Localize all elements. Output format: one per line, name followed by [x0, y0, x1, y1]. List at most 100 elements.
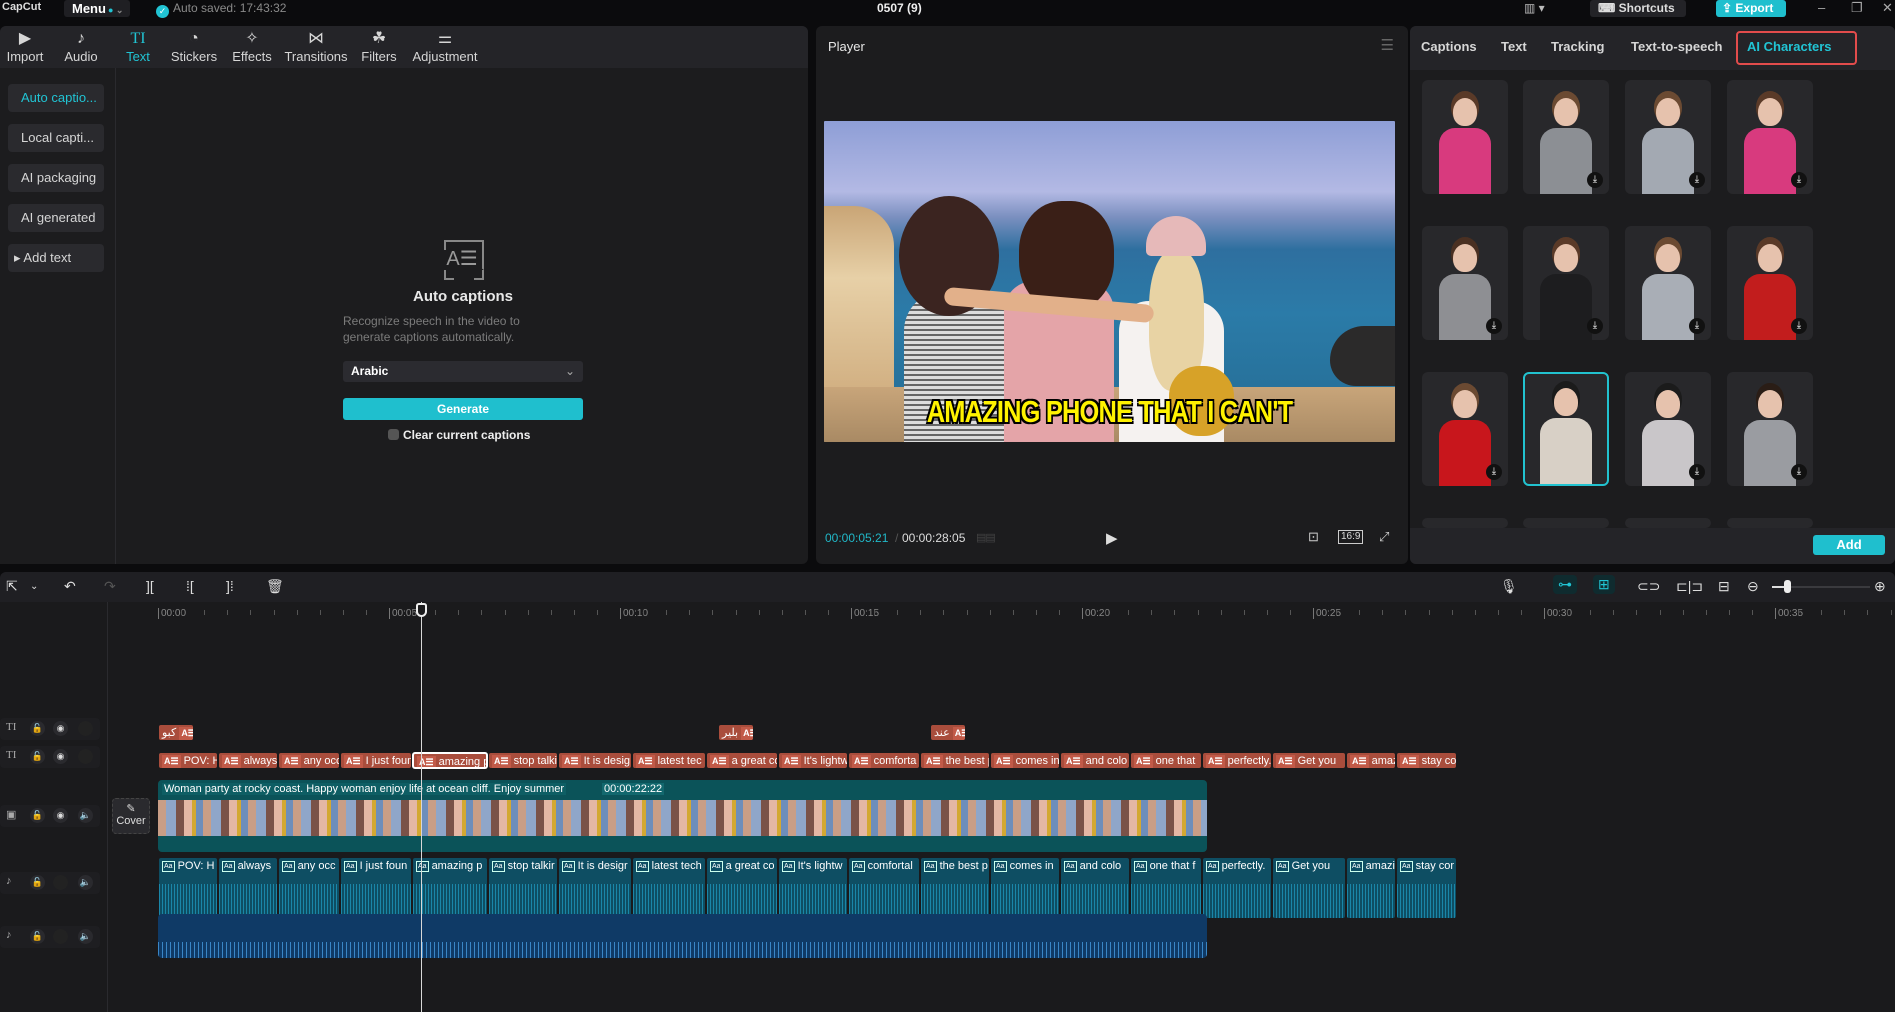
- character-card-partial[interactable]: [1422, 518, 1508, 528]
- microphone-icon[interactable]: 🎙: [1500, 578, 1518, 595]
- lock-icon[interactable]: 🔓: [30, 875, 45, 890]
- tts-clip[interactable]: Aa It's lightw: [778, 857, 848, 919]
- aspect-ratio-button[interactable]: 16:9: [1338, 530, 1364, 544]
- character-card-man-striped-sweater[interactable]: [1523, 372, 1609, 486]
- link-icon[interactable]: ⊂⊃: [1637, 578, 1660, 595]
- tts-clip[interactable]: Aa stay cor: [1396, 857, 1457, 919]
- character-card-woman-grey-crop[interactable]: ⤓: [1422, 226, 1508, 340]
- minimize-icon[interactable]: –: [1818, 0, 1825, 15]
- auto-snap-icon[interactable]: ⊞: [1593, 575, 1615, 594]
- shortcuts-button[interactable]: ⌨ Shortcuts: [1590, 0, 1686, 17]
- tts-clip[interactable]: Aa amazing p: [412, 857, 488, 919]
- download-icon[interactable]: ⤓: [1587, 318, 1603, 334]
- character-card-woman-leather-jacket[interactable]: ⤓: [1523, 226, 1609, 340]
- time-ruler[interactable]: 00:00 00:05 00:10 00:15 00:20 00:25 00:30 00:35: [108, 602, 1895, 624]
- video-preview[interactable]: AMAZING PHONE THAT I CAN'T: [824, 121, 1395, 442]
- caption-clip[interactable]: A☰ latest tec: [632, 752, 706, 769]
- volume-icon[interactable]: 🔈: [78, 808, 93, 823]
- close-icon[interactable]: ✕: [1882, 0, 1893, 16]
- tts-clip[interactable]: Aa POV: H: [158, 857, 218, 919]
- arabic-caption-clip[interactable]: كبو A☰: [158, 724, 194, 741]
- tts-clip[interactable]: Aa any occ: [278, 857, 340, 919]
- tool-text[interactable]: TI Text: [122, 29, 154, 64]
- caption-clip[interactable]: A☰ one that: [1130, 752, 1202, 769]
- caption-overlay[interactable]: AMAZING PHONE THAT I CAN'T: [875, 394, 1343, 430]
- split-icon[interactable]: ][: [146, 578, 154, 594]
- arabic-caption-clip[interactable]: بلير A☰: [718, 724, 754, 741]
- character-card-woman-pink-top[interactable]: [1422, 80, 1508, 194]
- tts-clip[interactable]: Aa I just foun: [340, 857, 412, 919]
- download-icon[interactable]: ⤓: [1791, 172, 1807, 188]
- playhead-line[interactable]: [421, 602, 422, 1012]
- tool-import[interactable]: ▶ Import: [5, 29, 45, 64]
- lock-icon[interactable]: 🔓: [30, 721, 45, 736]
- language-select[interactable]: Arabic ⌄: [343, 361, 583, 382]
- arabic-caption-clip[interactable]: عند A☰: [930, 724, 966, 741]
- tts-clip[interactable]: Aa stop talkir: [488, 857, 558, 919]
- download-icon[interactable]: ⤓: [1791, 318, 1807, 334]
- caption-clip[interactable]: A☰ comes in: [990, 752, 1060, 769]
- tool-stickers[interactable]: ◔ Stickers: [170, 29, 218, 64]
- tts-clip[interactable]: Aa a great co: [706, 857, 778, 919]
- lock-icon[interactable]: 🔓: [30, 749, 45, 764]
- fullscreen-icon[interactable]: ⤢: [1379, 529, 1389, 545]
- tab-captions[interactable]: Captions: [1421, 39, 1477, 54]
- add-button[interactable]: Add: [1813, 535, 1885, 555]
- eye-icon[interactable]: ◉: [53, 808, 68, 823]
- download-icon[interactable]: ⤓: [1486, 464, 1502, 480]
- character-card-partial[interactable]: [1625, 518, 1711, 528]
- character-card-woman-pink-top-2[interactable]: ⤓: [1727, 80, 1813, 194]
- tool-effects[interactable]: ✧ Effects: [230, 29, 274, 64]
- tts-clip[interactable]: Aa always: [218, 857, 278, 919]
- timecode-grid-icon[interactable]: ▤▤: [976, 531, 996, 544]
- tts-clip[interactable]: Aa It is desigr: [558, 857, 632, 919]
- caption-clip[interactable]: A☰ the best p: [920, 752, 990, 769]
- preview-axis-icon[interactable]: ⊟: [1718, 578, 1730, 595]
- select-tool-icon[interactable]: ⇱: [6, 578, 18, 595]
- delete-icon[interactable]: 🗑: [266, 578, 284, 595]
- tab-tracking[interactable]: Tracking: [1551, 39, 1604, 54]
- caption-clip[interactable]: A☰ stop talki: [488, 752, 558, 769]
- nav-local-captions[interactable]: Local capti...: [8, 124, 104, 152]
- character-card-woman-santa-dress[interactable]: ⤓: [1727, 226, 1813, 340]
- nav-ai-generated[interactable]: AI generated: [8, 204, 104, 232]
- caption-clip[interactable]: A☰ comforta: [848, 752, 920, 769]
- download-icon[interactable]: ⤓: [1689, 318, 1705, 334]
- volume-icon[interactable]: 🔈: [78, 929, 93, 944]
- caption-clip[interactable]: A☰ Get you: [1272, 752, 1346, 769]
- tool-transitions[interactable]: ⋈ Transitions: [284, 29, 348, 64]
- caption-clip[interactable]: A☰ and colo: [1060, 752, 1130, 769]
- tts-clip[interactable]: Aa latest tech: [632, 857, 706, 919]
- eye-icon[interactable]: ◉: [53, 721, 68, 736]
- character-card-partial[interactable]: [1727, 518, 1813, 528]
- generate-button[interactable]: Generate: [343, 398, 583, 420]
- character-card-woman-santa-hat[interactable]: ⤓: [1422, 372, 1508, 486]
- eye-icon[interactable]: ◉: [53, 749, 68, 764]
- character-card-woman-grey-sport[interactable]: ⤓: [1523, 80, 1609, 194]
- split-right-icon[interactable]: ]⁞: [226, 578, 234, 594]
- cover-button[interactable]: ✎ Cover: [112, 798, 150, 834]
- tool-adjustment[interactable]: ⚌ Adjustment: [410, 29, 480, 64]
- export-button[interactable]: ⇪ Export: [1716, 0, 1786, 17]
- volume-icon[interactable]: 🔈: [78, 875, 93, 890]
- zoom-in-icon[interactable]: ⊕: [1874, 578, 1886, 595]
- split-view-icon[interactable]: ⊏|⊐: [1676, 578, 1703, 595]
- tts-clip[interactable]: Aa comfortal: [848, 857, 920, 919]
- nav-auto-captions[interactable]: Auto captio...: [8, 84, 104, 112]
- chevron-down-icon[interactable]: ⌄: [30, 581, 38, 592]
- tts-clip[interactable]: Aa and colo: [1060, 857, 1130, 919]
- layout-icon[interactable]: ▥ ▾: [1524, 1, 1545, 15]
- character-card-woman-grey-sweater-glasses[interactable]: ⤓: [1625, 80, 1711, 194]
- caption-clip[interactable]: A☰ I just foun: [340, 752, 412, 769]
- download-icon[interactable]: ⤓: [1689, 464, 1705, 480]
- download-icon[interactable]: ⤓: [1791, 464, 1807, 480]
- play-icon[interactable]: ▶: [1106, 529, 1118, 547]
- caption-clip[interactable]: A☰ stay cor: [1396, 752, 1457, 769]
- tts-clip[interactable]: Aa perfectly.: [1202, 857, 1272, 919]
- character-card-partial[interactable]: [1523, 518, 1609, 528]
- lock-icon[interactable]: 🔓: [30, 808, 45, 823]
- tts-clip[interactable]: Aa the best p: [920, 857, 990, 919]
- caption-clip[interactable]: A☰ It is desig: [558, 752, 632, 769]
- download-icon[interactable]: ⤓: [1689, 172, 1705, 188]
- hamburger-menu-icon[interactable]: ☰: [1381, 36, 1394, 54]
